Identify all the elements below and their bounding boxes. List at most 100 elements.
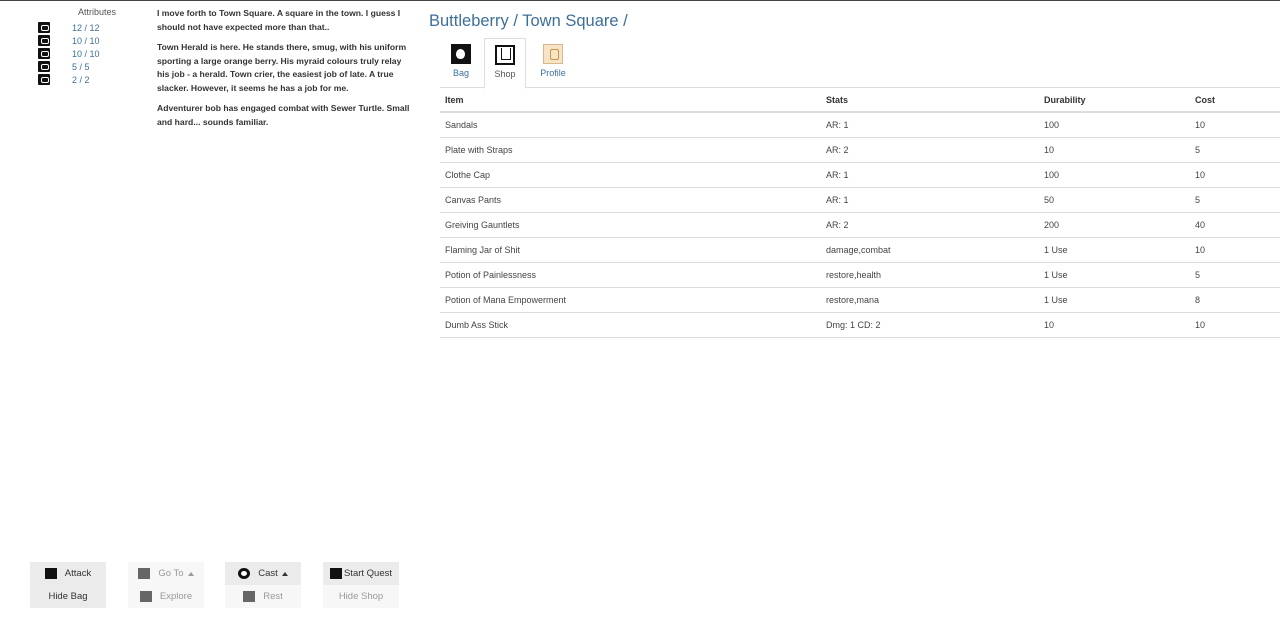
table-row[interactable]: Sandals AR: 1 100 10	[440, 112, 1280, 138]
hide-bag-button[interactable]: Hide Bag	[30, 585, 106, 608]
cell-stats: restore,health	[821, 262, 1039, 288]
cell-item: Sandals	[440, 112, 821, 138]
defense-icon	[38, 74, 50, 85]
attributes-title: Attributes	[78, 7, 117, 17]
table-row[interactable]: Clothe Cap AR: 1 100 10	[440, 162, 1280, 188]
cell-item: Dumb Ass Stick	[440, 312, 821, 338]
profile-icon	[543, 44, 563, 64]
explore-label: Explore	[159, 591, 193, 602]
narrative-log: I move forth to Town Square. A square in…	[157, 7, 412, 136]
start-quest-label: Start Quest	[343, 568, 393, 579]
cell-stats: damage,combat	[821, 237, 1039, 263]
cell-cost: 10	[1190, 237, 1280, 263]
attack-label: Attack	[64, 568, 92, 579]
start-quest-button[interactable]: Start Quest	[323, 562, 399, 585]
shop-table: Item Stats Durability Cost Sandals AR: 11…	[440, 89, 1280, 338]
cell-cost: 10	[1190, 162, 1280, 188]
cast-label: Cast	[258, 568, 278, 579]
cell-stats: Dmg: 1 CD: 2	[821, 312, 1039, 338]
attribute-row-stamina: 10 / 10	[38, 47, 100, 60]
rest-label: Rest	[263, 591, 283, 602]
strength-icon	[38, 61, 50, 72]
cell-stats: AR: 2	[821, 137, 1039, 163]
cell-item: Potion of Mana Empowerment	[440, 287, 821, 313]
cell-cost: 5	[1190, 262, 1280, 288]
cell-stats: AR: 1	[821, 162, 1039, 188]
cell-durability: 1 Use	[1039, 237, 1190, 263]
cell-item: Plate with Straps	[440, 137, 821, 163]
attribute-value: 2 / 2	[72, 74, 90, 85]
tab-bag[interactable]: Bag	[440, 38, 482, 88]
log-entry: Adventurer bob has engaged combat with S…	[157, 103, 410, 127]
cell-cost: 10	[1190, 312, 1280, 338]
table-row[interactable]: Canvas Pants AR: 1 50 5	[440, 187, 1280, 213]
table-row[interactable]: Greiving Gauntlets AR: 2 200 40	[440, 212, 1280, 238]
tab-shop[interactable]: Shop	[484, 38, 526, 89]
attack-button[interactable]: Attack	[30, 562, 106, 585]
go-to-label: Go To	[158, 568, 184, 579]
rest-button[interactable]: Rest	[225, 585, 301, 608]
tab-profile[interactable]: Profile	[532, 38, 574, 88]
rest-icon	[243, 591, 256, 602]
go-to-button[interactable]: Go To	[128, 562, 204, 585]
cell-stats: AR: 1	[821, 187, 1039, 213]
cell-cost: 10	[1190, 112, 1280, 138]
log-entry: Town Herald is here. He stands there, sm…	[157, 42, 407, 93]
cell-item: Potion of Painlessness	[440, 262, 821, 288]
bag-icon	[451, 44, 471, 64]
cell-durability: 100	[1039, 112, 1190, 138]
cell-cost: 5	[1190, 187, 1280, 213]
cell-item: Canvas Pants	[440, 187, 821, 213]
tab-label: Shop	[494, 69, 516, 79]
attribute-value: 10 / 10	[72, 35, 100, 46]
column-header-stats: Stats	[821, 89, 1039, 113]
health-icon	[38, 22, 50, 33]
quest-icon	[329, 568, 342, 579]
shop-icon	[495, 45, 515, 65]
cell-durability: 1 Use	[1039, 262, 1190, 288]
cell-item: Greiving Gauntlets	[440, 212, 821, 238]
log-entry: I move forth to Town Square. A square in…	[157, 8, 401, 32]
attribute-value: 5 / 5	[72, 61, 90, 72]
tab-label: Bag	[452, 68, 469, 78]
cell-durability: 10	[1039, 312, 1190, 338]
mana-icon	[38, 35, 50, 46]
table-header-row: Item Stats Durability Cost	[440, 89, 1280, 113]
attribute-row-health: 12 / 12	[38, 21, 100, 34]
table-row[interactable]: Potion of Mana Empowerment restore,mana 1 …	[440, 287, 1280, 313]
cast-icon	[238, 568, 251, 579]
map-icon	[138, 568, 151, 579]
cell-cost: 40	[1190, 212, 1280, 238]
column-header-cost: Cost	[1190, 89, 1280, 113]
cell-stats: restore,mana	[821, 287, 1039, 313]
table-row[interactable]: Plate with Straps AR: 2 10 5	[440, 137, 1280, 163]
table-row[interactable]: Flaming Jar of Shit damage,combat 1 Use 10	[440, 237, 1280, 263]
explore-button[interactable]: Explore	[128, 585, 204, 608]
cell-cost: 8	[1190, 287, 1280, 313]
table-row[interactable]: Dumb Ass Stick Dmg: 1 CD: 2 10 10	[440, 312, 1280, 338]
cell-durability: 200	[1039, 212, 1190, 238]
cell-durability: 10	[1039, 137, 1190, 163]
cell-stats: AR: 1	[821, 112, 1039, 138]
hide-shop-label: Hide Shop	[338, 591, 384, 602]
cell-cost: 5	[1190, 137, 1280, 163]
hide-shop-button[interactable]: Hide Shop	[323, 585, 399, 608]
inventory-tabs: Bag Shop Profile	[440, 38, 1280, 89]
explore-icon	[139, 591, 152, 602]
shop-table-body: Sandals AR: 1 100 10 Plate with Straps AR: 21…	[440, 112, 1280, 338]
cell-durability: 100	[1039, 162, 1190, 188]
attack-icon	[44, 568, 57, 579]
table-row[interactable]: Potion of Painlessness restore,health 1 Us…	[440, 262, 1280, 288]
attribute-row-strength: 5 / 5	[38, 60, 90, 73]
caret-up-icon	[187, 571, 194, 576]
caret-up-icon	[281, 571, 288, 576]
attribute-row-mana: 10 / 10	[38, 34, 100, 47]
cell-durability: 1 Use	[1039, 287, 1190, 313]
cell-item: Clothe Cap	[440, 162, 821, 188]
cast-button[interactable]: Cast	[225, 562, 301, 585]
attribute-value: 10 / 10	[72, 48, 100, 59]
cell-stats: AR: 2	[821, 212, 1039, 238]
breadcrumb: Buttleberry / Town Square /	[429, 12, 628, 30]
attribute-row-defense: 2 / 2	[38, 73, 90, 86]
stamina-icon	[38, 48, 50, 59]
